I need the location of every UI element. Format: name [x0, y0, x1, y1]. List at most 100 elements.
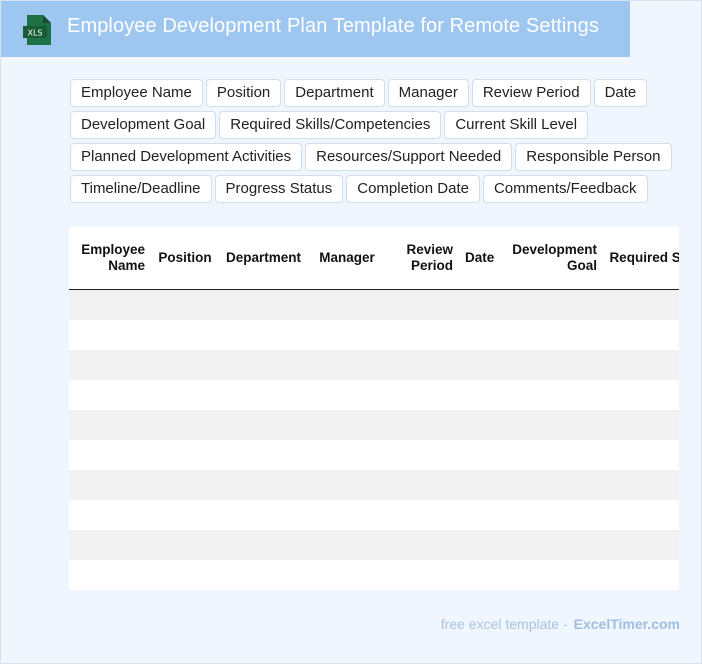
- table-cell[interactable]: [151, 559, 219, 590]
- table-cell[interactable]: [219, 529, 308, 560]
- table-cell[interactable]: [69, 289, 151, 320]
- field-tag[interactable]: Manager: [387, 79, 469, 107]
- table-cell[interactable]: [151, 439, 219, 470]
- table-cell[interactable]: [499, 469, 603, 500]
- table-cell[interactable]: [459, 349, 499, 380]
- field-tag[interactable]: Progress Status: [214, 175, 344, 203]
- table-cell[interactable]: [69, 319, 151, 350]
- table-cell[interactable]: [603, 349, 679, 380]
- table-cell[interactable]: [459, 379, 499, 410]
- table-cell[interactable]: [459, 499, 499, 530]
- table-cell[interactable]: [386, 469, 459, 500]
- table-cell[interactable]: [219, 289, 308, 320]
- table-cell[interactable]: [499, 379, 603, 410]
- table-cell[interactable]: [69, 469, 151, 500]
- table-cell[interactable]: [386, 559, 459, 590]
- table-cell[interactable]: [386, 439, 459, 470]
- table-cell[interactable]: [499, 349, 603, 380]
- field-tag[interactable]: Required Skills/Competencies: [219, 111, 442, 139]
- table-cell[interactable]: [386, 409, 459, 440]
- table-cell[interactable]: [69, 409, 151, 440]
- table-cell[interactable]: [308, 319, 386, 350]
- table-cell[interactable]: [499, 559, 603, 590]
- table-cell[interactable]: [69, 349, 151, 380]
- table-cell[interactable]: [308, 469, 386, 500]
- table-cell[interactable]: [151, 319, 219, 350]
- table-cell[interactable]: [603, 409, 679, 440]
- table-cell[interactable]: [308, 499, 386, 530]
- table-cell[interactable]: [459, 409, 499, 440]
- table-cell[interactable]: [151, 529, 219, 560]
- field-tag[interactable]: Department: [284, 79, 385, 107]
- table-cell[interactable]: [151, 499, 219, 530]
- field-tag[interactable]: Completion Date: [346, 175, 480, 203]
- table-cell[interactable]: [308, 349, 386, 380]
- field-tag[interactable]: Planned Development Activities: [70, 143, 303, 171]
- field-tag[interactable]: Date: [593, 79, 648, 107]
- table-cell[interactable]: [219, 409, 308, 440]
- table-cell[interactable]: [603, 319, 679, 350]
- table-cell[interactable]: [219, 499, 308, 530]
- table-cell[interactable]: [308, 289, 386, 320]
- table-cell[interactable]: [459, 529, 499, 560]
- table-cell[interactable]: [219, 319, 308, 350]
- table-cell[interactable]: [151, 289, 219, 320]
- column-header: Position: [151, 227, 219, 290]
- table-cell[interactable]: [459, 319, 499, 350]
- table-cell[interactable]: [499, 529, 603, 560]
- table-cell[interactable]: [459, 289, 499, 320]
- table-cell[interactable]: [499, 499, 603, 530]
- table-cell[interactable]: [386, 289, 459, 320]
- table-row: [69, 349, 679, 380]
- table-cell[interactable]: [459, 469, 499, 500]
- table-cell[interactable]: [308, 559, 386, 590]
- field-tag[interactable]: Employee Name: [70, 79, 203, 107]
- field-tag[interactable]: Review Period: [471, 79, 591, 107]
- table-cell[interactable]: [151, 349, 219, 380]
- table-cell[interactable]: [603, 379, 679, 410]
- footer-brand-link[interactable]: ExcelTimer.com: [574, 616, 680, 632]
- table-cell[interactable]: [459, 439, 499, 470]
- table-cell[interactable]: [308, 409, 386, 440]
- table-cell[interactable]: [386, 319, 459, 350]
- field-tag[interactable]: Current Skill Level: [444, 111, 589, 139]
- table-cell[interactable]: [69, 529, 151, 560]
- field-tag[interactable]: Timeline/Deadline: [70, 175, 212, 203]
- table-cell[interactable]: [308, 379, 386, 410]
- table-cell[interactable]: [69, 379, 151, 410]
- table-cell[interactable]: [219, 379, 308, 410]
- table-cell[interactable]: [219, 469, 308, 500]
- table-cell[interactable]: [459, 559, 499, 590]
- table-cell[interactable]: [603, 439, 679, 470]
- table-cell[interactable]: [603, 499, 679, 530]
- table-cell[interactable]: [308, 529, 386, 560]
- table-cell[interactable]: [499, 439, 603, 470]
- table-cell[interactable]: [151, 409, 219, 440]
- table-cell[interactable]: [386, 529, 459, 560]
- field-tag[interactable]: Development Goal: [70, 111, 217, 139]
- table-cell[interactable]: [603, 289, 679, 320]
- table-cell[interactable]: [386, 499, 459, 530]
- table-cell[interactable]: [219, 559, 308, 590]
- table-cell[interactable]: [69, 439, 151, 470]
- field-tag[interactable]: Responsible Person: [515, 143, 672, 171]
- table-cell[interactable]: [499, 289, 603, 320]
- table-cell[interactable]: [69, 559, 151, 590]
- table-cell[interactable]: [603, 529, 679, 560]
- table-cell[interactable]: [219, 439, 308, 470]
- table-cell[interactable]: [603, 469, 679, 500]
- field-tag[interactable]: Resources/Support Needed: [305, 143, 513, 171]
- table-cell[interactable]: [386, 379, 459, 410]
- field-tag[interactable]: Comments/Feedback: [482, 175, 648, 203]
- table-cell[interactable]: [151, 469, 219, 500]
- table-cell[interactable]: [499, 319, 603, 350]
- table-cell[interactable]: [386, 349, 459, 380]
- field-tag[interactable]: Position: [205, 79, 282, 107]
- table-cell[interactable]: [603, 559, 679, 590]
- table-body: [69, 289, 679, 590]
- table-cell[interactable]: [308, 439, 386, 470]
- table-cell[interactable]: [151, 379, 219, 410]
- table-cell[interactable]: [69, 499, 151, 530]
- table-cell[interactable]: [219, 349, 308, 380]
- table-cell[interactable]: [499, 409, 603, 440]
